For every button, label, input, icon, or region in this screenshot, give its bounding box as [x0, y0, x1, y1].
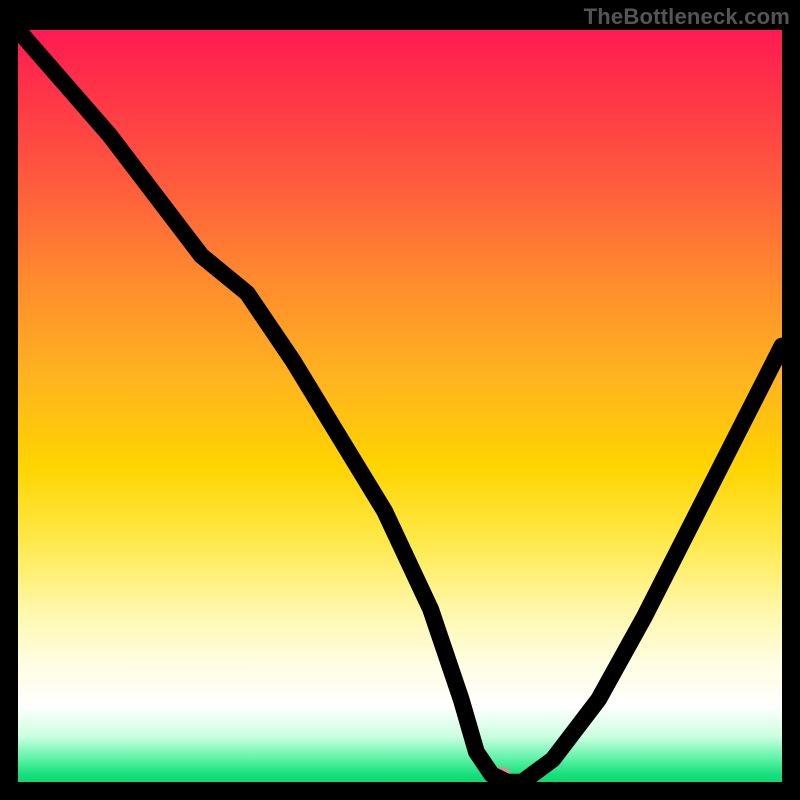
bottleneck-curve	[18, 30, 782, 782]
plot-area	[18, 30, 782, 782]
chart-frame: TheBottleneck.com	[0, 0, 800, 800]
curve-path	[18, 30, 782, 782]
attribution-text: TheBottleneck.com	[584, 4, 790, 30]
